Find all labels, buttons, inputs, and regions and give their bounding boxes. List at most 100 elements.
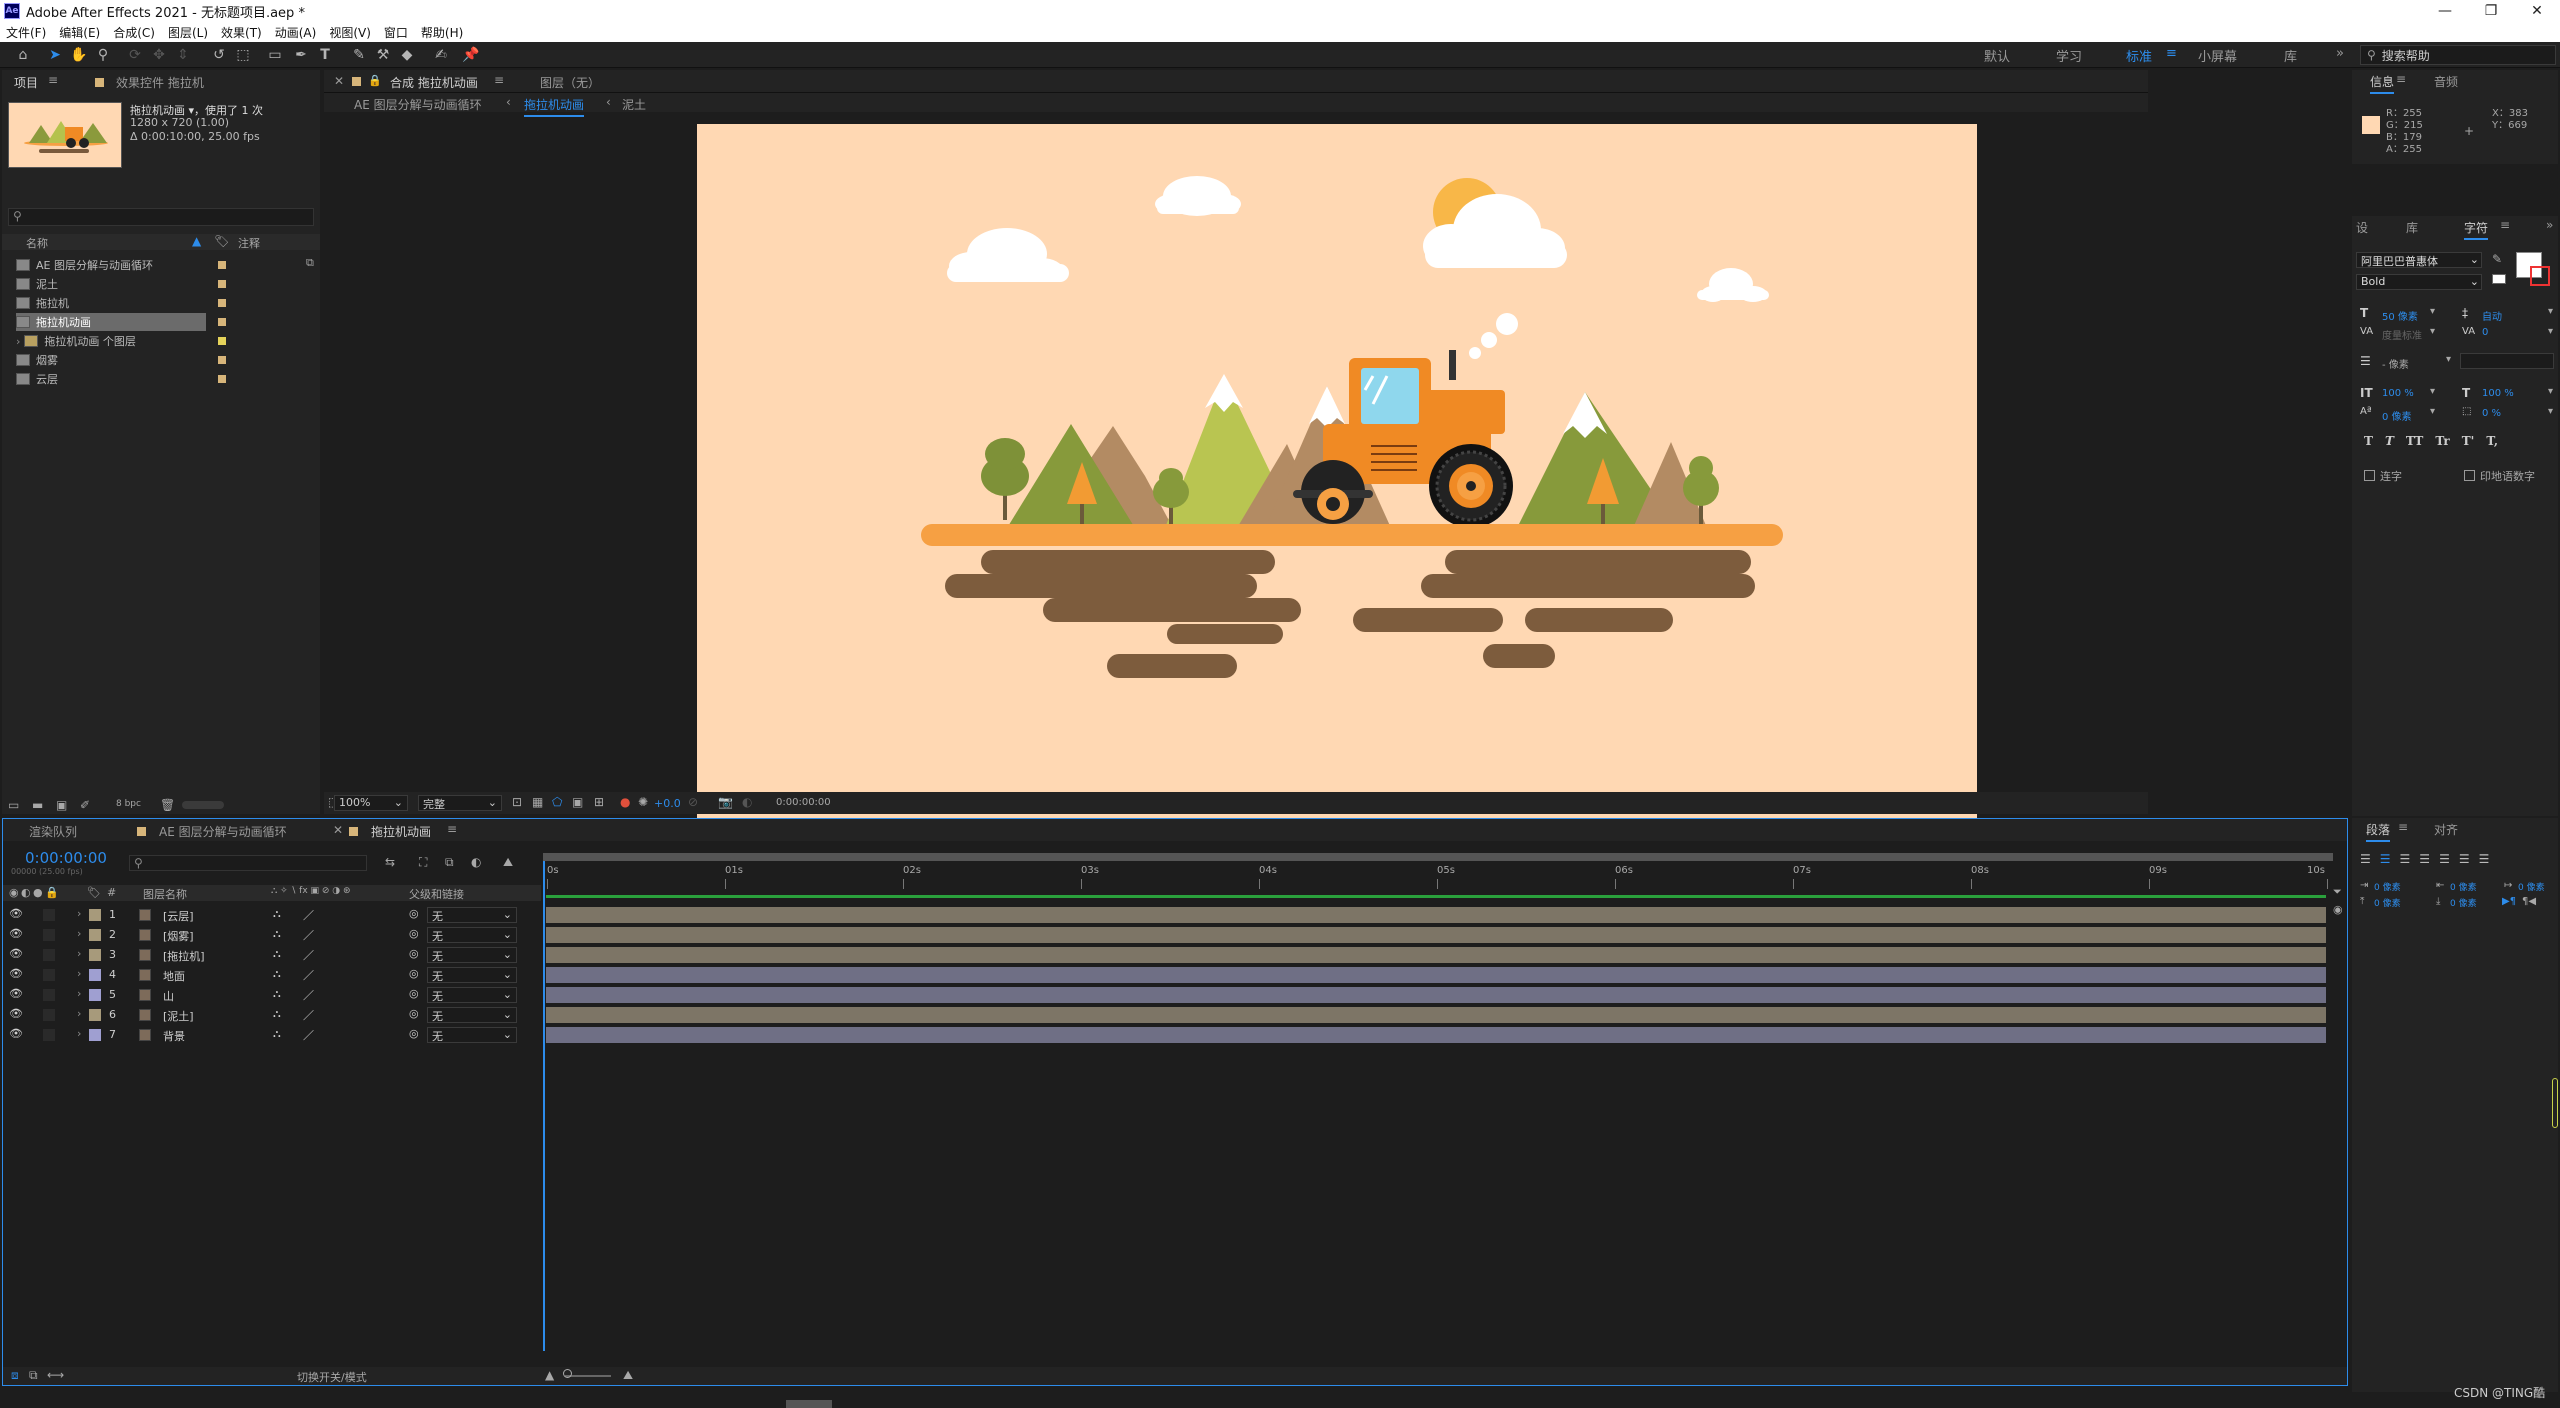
exposure-value[interactable]: +0.0: [654, 797, 681, 810]
overflow-icon[interactable]: »: [2546, 218, 2553, 232]
tab-timeline-tractor[interactable]: 拖拉机动画: [371, 823, 431, 840]
column-parent-link[interactable]: 父级和链接: [409, 886, 464, 902]
stroke-color-swatch[interactable]: [2530, 266, 2550, 286]
baseline-shift-value[interactable]: 0 像素: [2382, 408, 2412, 423]
menu-effect[interactable]: 效果(T): [221, 24, 262, 41]
quality-switch-icon[interactable]: ／: [303, 987, 314, 1003]
frame-blending-icon[interactable]: ◐: [471, 855, 481, 869]
chevron-down-icon[interactable]: ▾: [2548, 326, 2553, 337]
tracking-value[interactable]: 0: [2482, 327, 2488, 338]
zoom-tool-icon[interactable]: ⚲: [94, 46, 112, 64]
eraser-tool-icon[interactable]: ◆: [398, 46, 416, 64]
breadcrumb-root[interactable]: AE 图层分解与动画循环: [354, 96, 482, 113]
expand-arrow-icon[interactable]: ›: [77, 927, 81, 940]
rotate-tool-icon[interactable]: ↺: [210, 46, 228, 64]
layer-label-color[interactable]: [89, 1009, 101, 1021]
shy-switch-icon[interactable]: ⛬: [273, 967, 281, 981]
thumbnail-slider[interactable]: [182, 801, 224, 809]
quality-switch-icon[interactable]: ／: [303, 1027, 314, 1043]
indent-first-value[interactable]: 0 像素: [2518, 880, 2545, 893]
project-item[interactable]: › 拖拉机动画 个图层: [16, 332, 312, 350]
tab-paragraph[interactable]: 段落: [2366, 821, 2391, 842]
quality-switch-icon[interactable]: ／: [303, 1007, 314, 1023]
work-area-bar[interactable]: [543, 853, 2333, 861]
layer-label-color[interactable]: [89, 949, 101, 961]
parent-select[interactable]: 无 ⌄: [427, 967, 517, 983]
expand-arrow-icon[interactable]: ›: [77, 987, 81, 1000]
chevron-down-icon[interactable]: ▾: [2430, 306, 2435, 317]
column-comment[interactable]: 注释: [238, 235, 260, 251]
indent-right-value[interactable]: 0 像素: [2450, 880, 2477, 893]
layer-label-color[interactable]: [89, 909, 101, 921]
chevron-down-icon[interactable]: ▾: [2548, 306, 2553, 317]
type-tool-icon[interactable]: T: [316, 46, 334, 64]
adjust-settings-icon[interactable]: ✐: [80, 798, 90, 812]
composition-canvas[interactable]: [697, 124, 1977, 844]
align-right-icon[interactable]: ☰: [2400, 852, 2411, 866]
kerning-value[interactable]: 度量标准: [2382, 327, 2422, 342]
transparency-grid-icon[interactable]: ▦: [532, 795, 543, 809]
menu-window[interactable]: 窗口: [384, 24, 408, 41]
tsume-value[interactable]: 0 %: [2482, 408, 2501, 419]
subscript-button[interactable]: T,: [2486, 434, 2498, 448]
chevron-down-icon[interactable]: ▾: [2430, 326, 2435, 337]
swap-colors-icon[interactable]: [2492, 274, 2506, 284]
new-folder-icon[interactable]: ▬: [32, 798, 43, 812]
eye-icon[interactable]: 👁: [9, 1027, 23, 1040]
project-item[interactable]: 泥土: [16, 275, 312, 293]
small-caps-button[interactable]: Tr: [2435, 434, 2449, 448]
project-item-selected[interactable]: 拖拉机动画: [16, 313, 226, 331]
lock-toggle[interactable]: [43, 969, 55, 981]
font-family-select[interactable]: 阿里巴巴普惠体 ⌄: [2356, 252, 2482, 268]
eyedropper-icon[interactable]: ✎: [2492, 252, 2502, 266]
menu-file[interactable]: 文件(F): [6, 24, 46, 41]
eye-icon[interactable]: 👁: [9, 967, 23, 980]
leading-value[interactable]: 自动: [2482, 308, 2502, 323]
workspace-libraries[interactable]: 库: [2284, 46, 2297, 65]
pan-behind-tool-icon[interactable]: ⬚: [234, 46, 252, 64]
tab-misc[interactable]: 设: [2356, 219, 2368, 236]
snapshot-camera-icon[interactable]: 📷: [718, 795, 733, 809]
lock-toggle[interactable]: [43, 1009, 55, 1021]
quality-switch-icon[interactable]: ／: [303, 947, 314, 963]
space-before-value[interactable]: 0 像素: [2374, 896, 2401, 909]
pickwhip-icon[interactable]: ◎: [409, 987, 419, 1000]
right-to-left-icon[interactable]: ¶◀: [2522, 896, 2536, 907]
faux-bold-button[interactable]: T: [2364, 434, 2373, 448]
close-tab-icon[interactable]: ✕: [334, 74, 344, 88]
pan-tool-icon[interactable]: ✥: [150, 46, 168, 64]
tab-timeline-ae[interactable]: AE 图层分解与动画循环: [159, 823, 287, 840]
timeline-zoom-slider[interactable]: [565, 1375, 611, 1377]
lock-toggle[interactable]: [43, 949, 55, 961]
tab-align[interactable]: 对齐: [2434, 821, 2458, 838]
workspace-menu-icon[interactable]: ≡: [2166, 46, 2177, 61]
layer-label-color[interactable]: [89, 929, 101, 941]
lock-toggle[interactable]: [43, 929, 55, 941]
exposure-icon[interactable]: ✺: [638, 795, 648, 809]
maximize-button[interactable]: ❐: [2468, 0, 2514, 22]
orbit-tool-icon[interactable]: ⟳: [126, 46, 144, 64]
current-time-display[interactable]: 0:00:00:00: [776, 797, 831, 808]
pickwhip-icon[interactable]: ◎: [409, 947, 419, 960]
composition-mini-flowchart-icon[interactable]: ⇆: [385, 855, 395, 869]
pickwhip-icon[interactable]: ◎: [409, 1007, 419, 1020]
close-tab-icon[interactable]: ✕: [333, 823, 343, 837]
workspace-standard[interactable]: 标准: [2126, 46, 2152, 65]
new-composition-icon[interactable]: ▣: [56, 798, 67, 812]
graph-editor-icon[interactable]: ⛰: [503, 855, 513, 870]
pickwhip-icon[interactable]: ◎: [409, 927, 419, 940]
layer-label-color[interactable]: [89, 969, 101, 981]
navigator-icon[interactable]: ◉: [2333, 903, 2343, 916]
chevron-down-icon[interactable]: ▾: [2548, 386, 2553, 397]
eye-icon[interactable]: 👁: [9, 1007, 23, 1020]
workspace-default[interactable]: 默认: [1984, 46, 2010, 65]
puppet-pin-tool-icon[interactable]: 📌: [462, 46, 480, 64]
panel-menu-icon[interactable]: ≡: [494, 73, 504, 87]
panel-menu-icon[interactable]: ≡: [447, 822, 457, 836]
indent-left-value[interactable]: 0 像素: [2374, 880, 2401, 893]
project-search-input[interactable]: ⚲: [8, 208, 314, 226]
panel-menu-icon[interactable]: ≡: [2398, 820, 2408, 834]
dolly-tool-icon[interactable]: ⇕: [174, 46, 192, 64]
superscript-button[interactable]: T': [2462, 434, 2475, 448]
layer-duration-bar[interactable]: [546, 927, 2326, 943]
